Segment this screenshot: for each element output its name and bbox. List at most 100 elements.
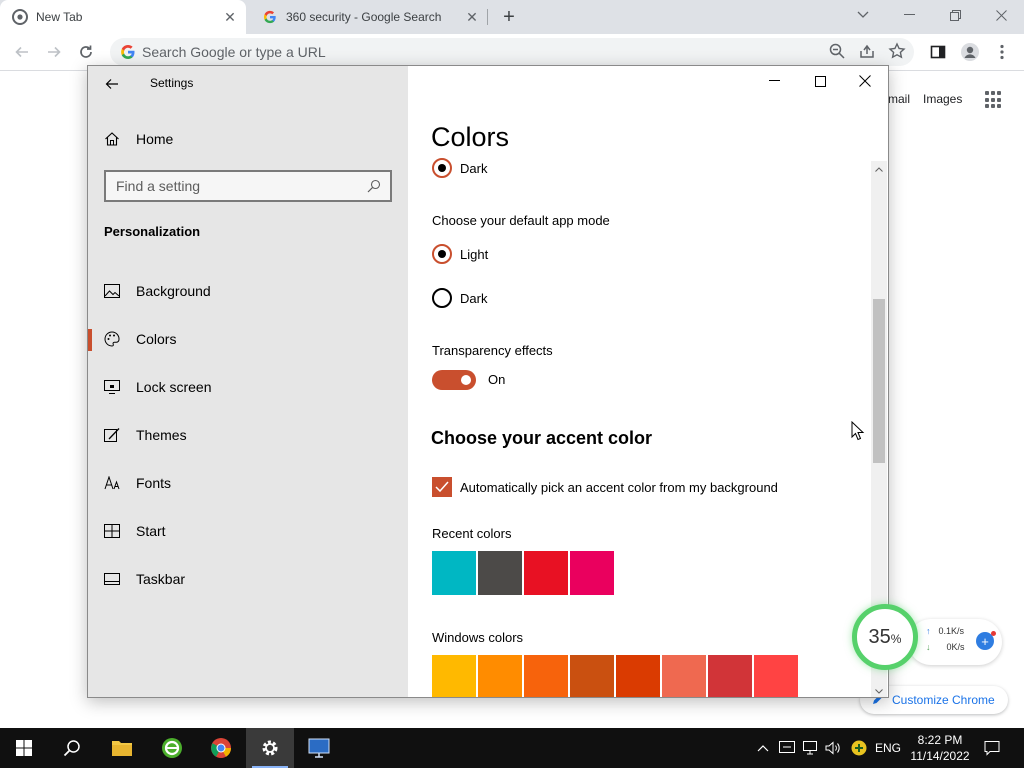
chrome-button[interactable] — [197, 728, 245, 768]
tab-separator — [487, 9, 488, 25]
share-icon[interactable] — [858, 42, 876, 65]
scroll-up-arrow-icon[interactable] — [871, 161, 887, 177]
close-icon[interactable] — [842, 66, 888, 96]
windows-color-swatch[interactable] — [570, 655, 614, 697]
auto-accent-checkbox[interactable]: Automatically pick an accent color from … — [432, 477, 778, 497]
lock-screen-icon — [104, 379, 120, 395]
windows-color-swatch[interactable] — [754, 655, 798, 697]
kebab-menu-icon[interactable] — [990, 40, 1014, 64]
notifications-icon[interactable] — [980, 728, 1004, 768]
network-icon[interactable] — [800, 728, 820, 768]
recent-color-swatch[interactable] — [524, 551, 568, 595]
bookmark-star-icon[interactable] — [888, 42, 906, 65]
sidebar-item-label: Lock screen — [136, 379, 212, 395]
mouse-cursor-icon — [851, 420, 865, 441]
google-icon — [120, 44, 136, 60]
file-explorer-button[interactable] — [98, 728, 146, 768]
picture-icon — [104, 283, 120, 299]
browser-tab-strip: New Tab ✕ 360 security - Google Search ✕… — [0, 0, 1024, 34]
sidebar-item-taskbar[interactable]: Taskbar — [88, 559, 408, 599]
settings-content: Colors Dark Choose your default app mode… — [408, 66, 888, 697]
add-icon[interactable]: + — [976, 631, 996, 650]
minimize-icon[interactable] — [751, 66, 797, 96]
profile-avatar-icon[interactable] — [958, 40, 982, 64]
windows-color-swatch[interactable] — [616, 655, 660, 697]
restore-icon[interactable] — [932, 0, 978, 30]
radio-indicator — [432, 244, 452, 264]
google-apps-icon[interactable] — [985, 91, 1003, 109]
tab-close-icon[interactable]: ✕ — [220, 7, 240, 27]
radio-indicator — [432, 158, 452, 178]
upload-arrow-icon: ↑ — [926, 626, 931, 636]
taskbar-clock[interactable]: 8:22 PM 11/14/2022 — [904, 732, 976, 764]
search-button[interactable] — [48, 728, 96, 768]
settings-taskbar-button[interactable] — [246, 728, 294, 768]
sidebar-item-themes[interactable]: Themes — [88, 415, 408, 455]
app-mode-dark-radio[interactable]: Dark — [432, 288, 487, 308]
sidebar-item-label: Home — [136, 131, 174, 147]
sidebar-item-colors[interactable]: Colors — [88, 319, 408, 359]
images-link[interactable]: Images — [923, 92, 962, 106]
sidebar-item-label: Taskbar — [136, 571, 186, 587]
search-icon — [63, 740, 80, 757]
start-button[interactable] — [0, 728, 48, 768]
gmail-link[interactable]: mail — [888, 92, 910, 106]
network-speed-widget[interactable]: 35% ↑ 0.1K/s ↓ 0K/s + — [852, 604, 1004, 678]
volume-icon[interactable] — [823, 728, 843, 768]
scrollbar-thumb[interactable] — [873, 299, 885, 463]
windows-color-swatch[interactable] — [662, 655, 706, 697]
windows-color-swatch[interactable] — [478, 655, 522, 697]
themes-icon — [104, 427, 120, 443]
app-mode-light-radio[interactable]: Light — [432, 244, 488, 264]
recent-color-swatch[interactable] — [570, 551, 614, 595]
forward-arrow-icon[interactable] — [42, 40, 66, 64]
google-icon — [262, 9, 278, 25]
tab-search-chevron-icon[interactable] — [840, 0, 886, 30]
back-arrow-icon[interactable] — [10, 40, 34, 64]
tab-new-tab[interactable]: New Tab ✕ — [0, 0, 246, 34]
transparency-label: Transparency effects — [432, 343, 553, 358]
side-panel-icon[interactable] — [926, 40, 950, 64]
find-setting-input[interactable]: Find a setting — [104, 170, 392, 202]
new-tab-button[interactable]: + — [498, 6, 520, 28]
tray-app-icon[interactable] — [777, 728, 797, 768]
search-placeholder: Find a setting — [116, 178, 201, 194]
tray-overflow-chevron-icon[interactable] — [754, 728, 772, 768]
memory-usage-ring[interactable]: 35% — [852, 604, 918, 670]
tab-360-security[interactable]: 360 security - Google Search ✕ — [250, 0, 488, 34]
360-tray-icon[interactable] — [848, 728, 870, 768]
recent-color-swatch[interactable] — [478, 551, 522, 595]
sidebar-item-fonts[interactable]: Fonts — [88, 463, 408, 503]
language-indicator[interactable]: ENG — [873, 728, 903, 768]
maximize-icon[interactable] — [797, 66, 843, 96]
transparency-state: On — [488, 372, 506, 387]
section-heading-personalization: Personalization — [104, 224, 201, 239]
tab-close-icon[interactable]: ✕ — [462, 7, 482, 27]
chrome-icon — [211, 738, 232, 758]
360-security-button[interactable] — [148, 728, 196, 768]
windows-colors-swatches — [432, 655, 798, 697]
windows-colors-label: Windows colors — [432, 630, 524, 645]
zoom-icon[interactable] — [828, 42, 846, 65]
page-title: Colors — [431, 122, 510, 152]
close-window-icon[interactable] — [978, 0, 1024, 30]
windows-color-swatch[interactable] — [524, 655, 568, 697]
radio-label: Dark — [460, 290, 488, 306]
sidebar-item-background[interactable]: Background — [88, 271, 408, 311]
sidebar-item-lock-screen[interactable]: Lock screen — [88, 367, 408, 407]
sidebar-item-start[interactable]: Start — [88, 511, 408, 551]
transparency-toggle[interactable] — [432, 370, 476, 390]
palette-icon — [104, 331, 120, 347]
reload-icon[interactable] — [74, 40, 98, 64]
sidebar-item-label: Fonts — [136, 475, 172, 491]
minimize-icon[interactable] — [886, 0, 932, 30]
back-arrow-icon[interactable] — [102, 74, 122, 94]
windows-color-swatch[interactable] — [708, 655, 752, 697]
windows-mode-dark-radio[interactable]: Dark — [432, 158, 487, 178]
sidebar-item-home[interactable]: Home — [104, 128, 173, 150]
omnibox[interactable]: Search Google or type a URL — [110, 38, 914, 66]
windows-color-swatch[interactable] — [432, 655, 476, 697]
remote-desktop-button[interactable] — [295, 728, 343, 768]
recent-color-swatch[interactable] — [432, 551, 476, 595]
scroll-down-arrow-icon[interactable] — [871, 683, 887, 697]
